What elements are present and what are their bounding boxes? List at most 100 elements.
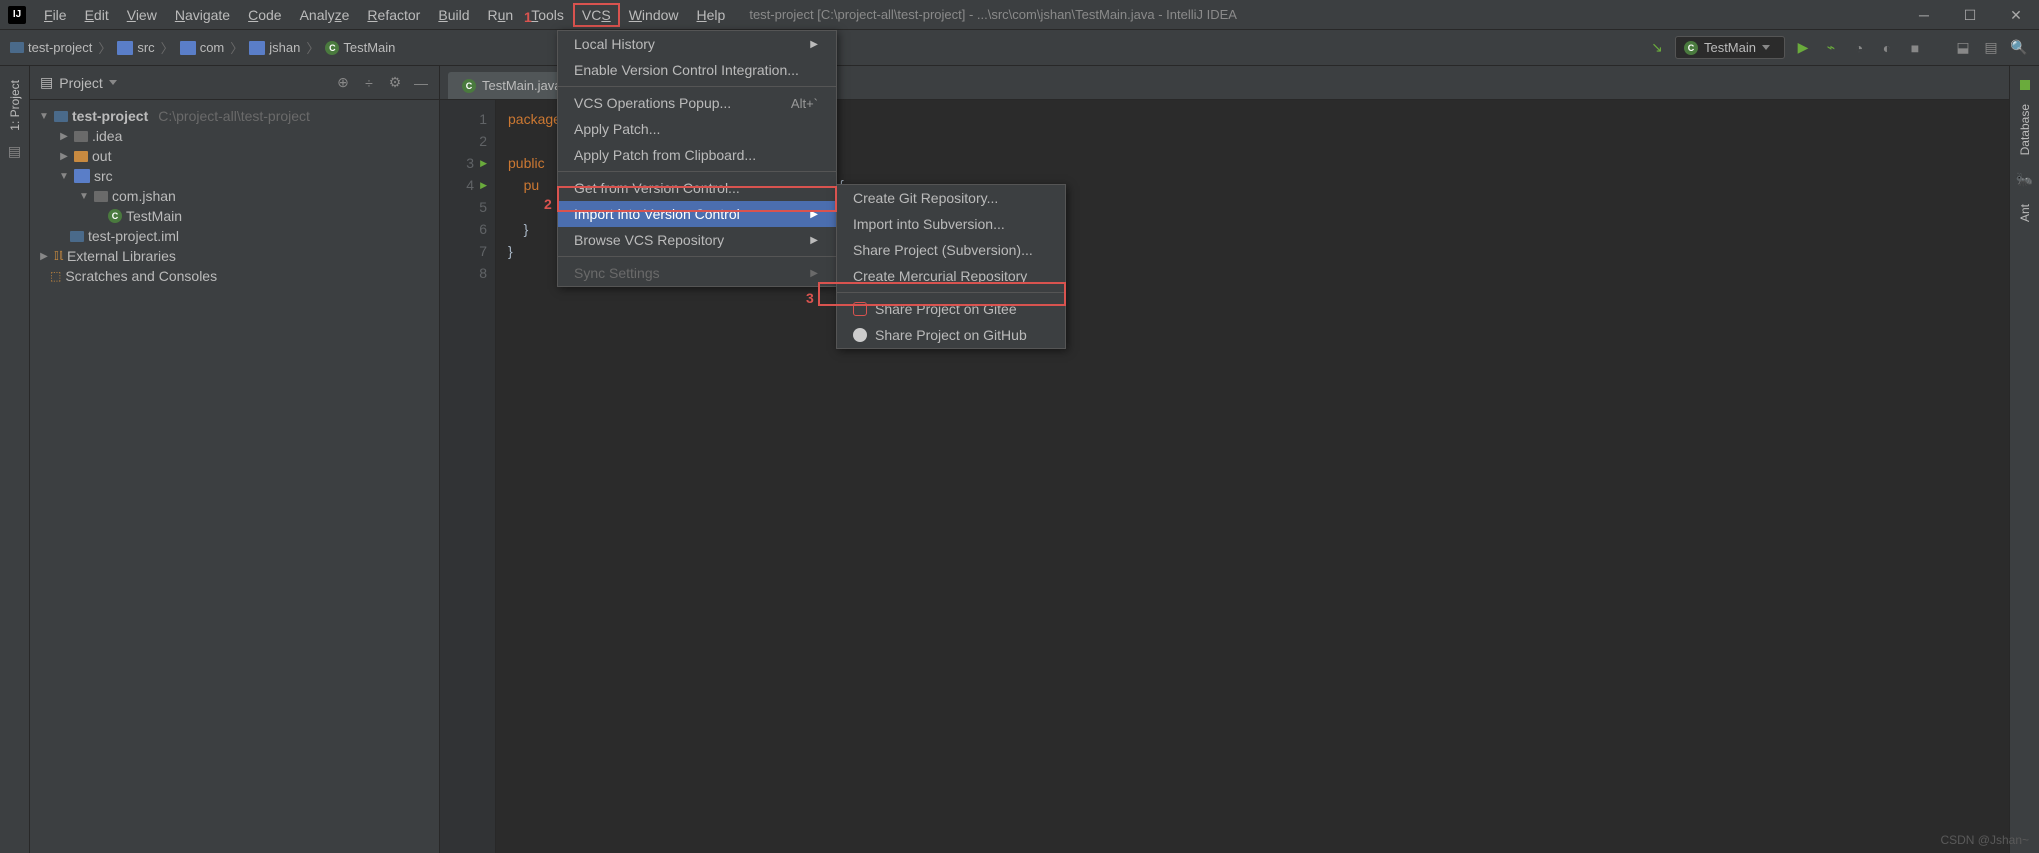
annotation-2: 2 [544, 196, 552, 212]
window-controls: ─ ☐ ✕ [1901, 0, 2039, 30]
collapse-icon[interactable]: ÷ [361, 75, 377, 91]
structure-icon[interactable]: ▤ [1981, 38, 2001, 58]
project-panel-header: ▤ Project ⊕ ÷ ⚙ — [30, 66, 439, 100]
menu-apply-patch[interactable]: Apply Patch... [558, 116, 836, 142]
menu-local-history[interactable]: Local History▶ [558, 31, 836, 57]
breadcrumb-item[interactable]: src [117, 40, 154, 55]
search-icon[interactable]: 🔍 [2009, 38, 2029, 58]
menu-vcs[interactable]: VCS [574, 4, 619, 26]
project-tree: ▼test-projectC:\project-all\test-project… [30, 100, 439, 292]
ant-tool-button[interactable]: Ant [2018, 200, 2032, 226]
class-icon: C [108, 209, 122, 223]
menu-apply-patch-clipboard[interactable]: Apply Patch from Clipboard... [558, 142, 836, 168]
app-icon: IJ [8, 6, 26, 24]
debug-button[interactable]: ⌁ [1821, 38, 1841, 58]
panel-icon: ▤ [40, 74, 53, 91]
class-icon: C [1684, 41, 1698, 55]
panel-toolbar: ⊕ ÷ ⚙ — [335, 75, 429, 91]
folder-icon [74, 169, 90, 183]
iml-icon [70, 231, 84, 242]
annotation-1: 1 [524, 9, 532, 25]
menu-help[interactable]: Help [689, 4, 734, 26]
gitee-icon [853, 302, 867, 316]
breadcrumb-item[interactable]: com [180, 40, 225, 55]
maximize-button[interactable]: ☐ [1947, 0, 1993, 30]
menu-run[interactable]: Run [480, 4, 522, 26]
tree-row[interactable]: ▶out [30, 146, 439, 166]
right-tool-gutter: Database 🐜 Ant [2009, 66, 2039, 853]
database-tool-button[interactable]: Database [2018, 100, 2032, 159]
menu-import-svn[interactable]: Import into Subversion... [837, 211, 1065, 237]
tree-row[interactable]: test-project.iml [30, 226, 439, 246]
annotation-3: 3 [806, 290, 814, 306]
tree-row-root[interactable]: ▼test-projectC:\project-all\test-project [30, 106, 439, 126]
titlebar: IJ File Edit View Navigate Code Analyze … [0, 0, 2039, 30]
menu-share-svn[interactable]: Share Project (Subversion)... [837, 237, 1065, 263]
run-gutter-icon[interactable]: ▶ [480, 174, 487, 196]
project-panel-title[interactable]: ▤ Project [40, 74, 117, 91]
folder-icon [249, 41, 265, 55]
menu-get-from-vc[interactable]: Get from Version Control... [558, 175, 836, 201]
tree-row[interactable]: ⬚Scratches and Consoles [30, 266, 439, 286]
vcs-update-icon[interactable]: ⬓ [1953, 38, 1973, 58]
run-config-selector[interactable]: C TestMain [1675, 36, 1785, 59]
menu-navigate[interactable]: Navigate [167, 4, 238, 26]
breadcrumb: test-project 〉 src 〉 com 〉 jshan 〉 CTest… [10, 38, 395, 57]
menu-build[interactable]: Build [430, 4, 477, 26]
coverage-button[interactable]: ◔ [1849, 38, 1869, 58]
tree-row[interactable]: ▶.idea [30, 126, 439, 146]
menu-vcs-operations[interactable]: VCS Operations Popup...Alt+` [558, 90, 836, 116]
tree-row[interactable]: ▼src [30, 166, 439, 186]
run-button[interactable]: ▶ [1793, 38, 1813, 58]
dropdown-icon [109, 80, 117, 85]
profile-button[interactable]: ◐ [1877, 38, 1897, 58]
tree-row[interactable]: ▼com.jshan [30, 186, 439, 206]
menu-share-gitee[interactable]: Share Project on Gitee [837, 296, 1065, 322]
menu-view[interactable]: View [119, 4, 165, 26]
settings-icon[interactable]: ⚙ [387, 75, 403, 91]
breadcrumb-item[interactable]: test-project [10, 40, 92, 55]
tree-row[interactable]: ▶𝕀𝕝External Libraries [30, 246, 439, 266]
minimize-button[interactable]: ─ [1901, 0, 1947, 30]
vcs-dropdown: Local History▶ Enable Version Control In… [557, 30, 837, 287]
ant-icon[interactable]: 🐜 [2016, 171, 2033, 188]
locate-icon[interactable]: ⊕ [335, 75, 351, 91]
separator [837, 292, 1065, 293]
dropdown-icon [1762, 45, 1770, 50]
breadcrumb-item[interactable]: jshan [249, 40, 300, 55]
window-title: test-project [C:\project-all\test-projec… [749, 7, 1237, 22]
module-icon [54, 111, 68, 122]
build-icon[interactable]: ↘ [1647, 38, 1667, 58]
module-icon [10, 42, 24, 53]
menu-analyze[interactable]: Analyze [292, 4, 358, 26]
project-tool-button[interactable]: 1: Project [8, 76, 22, 135]
menu-code[interactable]: Code [240, 4, 289, 26]
structure-tool-button[interactable]: ▤ [8, 143, 21, 160]
stop-button[interactable]: ■ [1905, 38, 1925, 58]
menubar: File Edit View Navigate Code Analyze Ref… [36, 4, 733, 26]
separator [558, 256, 836, 257]
left-tool-gutter: 1: Project ▤ [0, 66, 30, 853]
breadcrumb-item[interactable]: CTestMain [325, 40, 395, 55]
menu-create-git[interactable]: Create Git Repository... [837, 185, 1065, 211]
package-icon [94, 191, 108, 202]
class-icon: C [462, 79, 476, 93]
close-button[interactable]: ✕ [1993, 0, 2039, 30]
library-icon: 𝕀𝕝 [54, 249, 63, 263]
hide-icon[interactable]: — [413, 75, 429, 91]
run-config-label: TestMain [1704, 40, 1756, 55]
run-gutter-icon[interactable]: ▶ [480, 152, 487, 174]
menu-enable-vcs[interactable]: Enable Version Control Integration... [558, 57, 836, 83]
menu-file[interactable]: File [36, 4, 75, 26]
tree-row[interactable]: CTestMain [30, 206, 439, 226]
menu-create-hg[interactable]: Create Mercurial Repository [837, 263, 1065, 289]
toolbar: test-project 〉 src 〉 com 〉 jshan 〉 CTest… [0, 30, 2039, 66]
menu-import-vc[interactable]: Import into Version Control▶ [558, 201, 836, 227]
line-gutter: 1 2 3▶ 4▶ 5 6 7 8 [440, 100, 496, 853]
menu-refactor[interactable]: Refactor [359, 4, 428, 26]
menu-share-github[interactable]: Share Project on GitHub [837, 322, 1065, 348]
menu-window[interactable]: Window [621, 4, 687, 26]
menu-edit[interactable]: Edit [77, 4, 117, 26]
inspection-ok-icon[interactable] [2020, 80, 2030, 90]
menu-browse-repo[interactable]: Browse VCS Repository▶ [558, 227, 836, 253]
